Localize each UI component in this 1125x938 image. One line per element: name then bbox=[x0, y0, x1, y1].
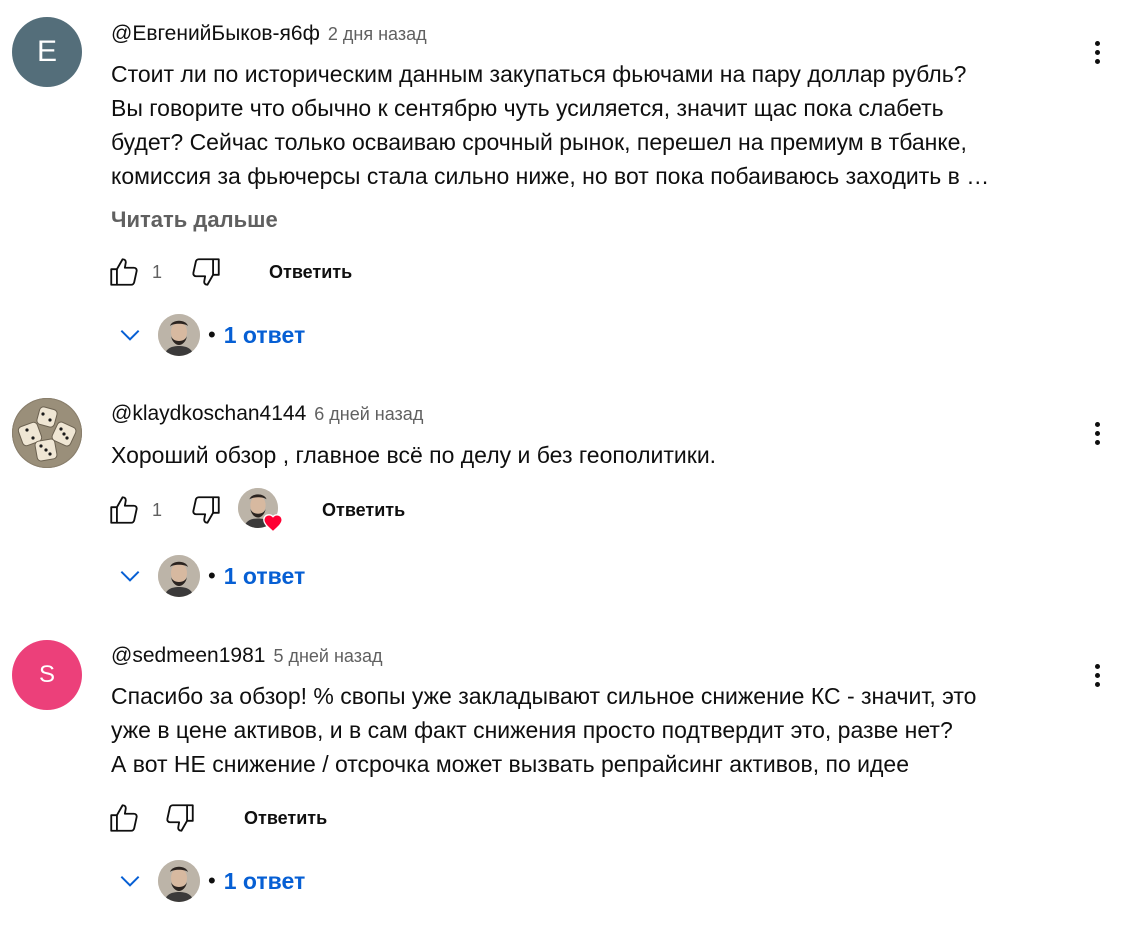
more-vertical-icon[interactable] bbox=[1085, 657, 1109, 693]
thumb-up-icon bbox=[110, 258, 138, 286]
like-button[interactable] bbox=[106, 492, 142, 528]
reply-author-avatar bbox=[158, 860, 200, 902]
author-name[interactable]: @sedmeen1981 bbox=[111, 644, 265, 668]
reply-author-avatar bbox=[158, 555, 200, 597]
like-count: 1 bbox=[152, 499, 163, 520]
comment-header: @ЕвгенийБыков-я6ф 2 дня назад bbox=[111, 22, 427, 46]
comment-header: @klaydkoschan4144 6 дней назад bbox=[111, 402, 423, 426]
action-bar: Ответить bbox=[106, 798, 327, 838]
separator-dot: • bbox=[208, 868, 216, 893]
like-count: 1 bbox=[152, 261, 163, 282]
replies-count-link[interactable]: 1 ответ bbox=[224, 322, 306, 349]
reply-button[interactable]: Ответить bbox=[244, 808, 327, 829]
action-bar: 1 Ответить bbox=[106, 488, 405, 533]
chevron-down-icon bbox=[112, 317, 148, 353]
comment-text-line: Стоит ли по историческим данным закупать… bbox=[111, 61, 967, 87]
avatar-letter: E bbox=[36, 35, 57, 68]
comment-text-line: Спасибо за обзор! % свопы уже закладываю… bbox=[111, 683, 977, 709]
thumb-down-icon bbox=[192, 496, 220, 524]
separator-dot: • bbox=[208, 563, 216, 588]
reply-button[interactable]: Ответить bbox=[269, 262, 352, 283]
replies-toggle[interactable]: • 1 ответ bbox=[112, 313, 305, 357]
reply-button[interactable]: Ответить bbox=[322, 500, 405, 521]
thumb-up-icon bbox=[110, 496, 138, 524]
replies-toggle[interactable]: • 1 ответ bbox=[112, 859, 305, 903]
comment-text-line: будет? Сейчас только осваиваю срочный ры… bbox=[111, 129, 967, 155]
comment-text-line: А вот НЕ снижение / отсрочка может вызва… bbox=[111, 751, 910, 777]
comment-time[interactable]: 6 дней назад bbox=[314, 404, 423, 425]
more-vertical-icon[interactable] bbox=[1085, 415, 1109, 451]
creator-heart-badge bbox=[238, 488, 283, 533]
action-bar: 1 Ответить bbox=[106, 252, 352, 292]
thumb-up-icon bbox=[110, 804, 138, 832]
dice-avatar-image bbox=[12, 398, 82, 468]
heart-icon bbox=[263, 514, 283, 533]
dislike-button[interactable] bbox=[162, 800, 198, 836]
separator-dot: • bbox=[208, 322, 216, 347]
more-vertical-icon[interactable] bbox=[1085, 34, 1109, 70]
comment-text-line: Хороший обзор , главное всё по делу и бе… bbox=[111, 442, 717, 468]
author-name[interactable]: @ЕвгенийБыков-я6ф bbox=[111, 22, 320, 46]
read-more-link[interactable]: Читать дальше bbox=[111, 207, 278, 233]
like-button[interactable] bbox=[106, 254, 142, 290]
replies-count-link[interactable]: 1 ответ bbox=[224, 563, 306, 590]
author-name[interactable]: @klaydkoschan4144 bbox=[111, 402, 306, 426]
dislike-button[interactable] bbox=[188, 492, 224, 528]
chevron-down-icon bbox=[112, 558, 148, 594]
avatar[interactable] bbox=[12, 398, 82, 468]
comment-text-line: Вы говорите что обычно к сентябрю чуть у… bbox=[111, 95, 944, 121]
comment-text-line: комиссия за фьючерсы стала сильно ниже, … bbox=[111, 163, 990, 189]
avatar[interactable]: S bbox=[12, 640, 82, 710]
comment-text: Стоит ли по историческим данным закупать… bbox=[111, 57, 1071, 193]
thumb-down-icon bbox=[166, 804, 194, 832]
comment-text: Спасибо за обзор! % свопы уже закладываю… bbox=[111, 679, 1071, 781]
comment-time[interactable]: 2 дня назад bbox=[328, 24, 427, 45]
comment-text-line: уже в цене активов, и в сам факт снижени… bbox=[111, 717, 953, 743]
comment-time[interactable]: 5 дней назад bbox=[273, 646, 382, 667]
dislike-button[interactable] bbox=[188, 254, 224, 290]
avatar-letter: S bbox=[38, 661, 55, 688]
chevron-down-icon bbox=[112, 863, 148, 899]
replies-count-link[interactable]: 1 ответ bbox=[224, 868, 306, 895]
replies-toggle[interactable]: • 1 ответ bbox=[112, 554, 305, 598]
comment-header: @sedmeen1981 5 дней назад bbox=[111, 644, 382, 668]
reply-author-avatar bbox=[158, 314, 200, 356]
comment-text: Хороший обзор , главное всё по делу и бе… bbox=[111, 438, 1071, 472]
like-button[interactable] bbox=[106, 800, 142, 836]
thumb-down-icon bbox=[192, 258, 220, 286]
avatar[interactable]: E bbox=[12, 17, 82, 87]
